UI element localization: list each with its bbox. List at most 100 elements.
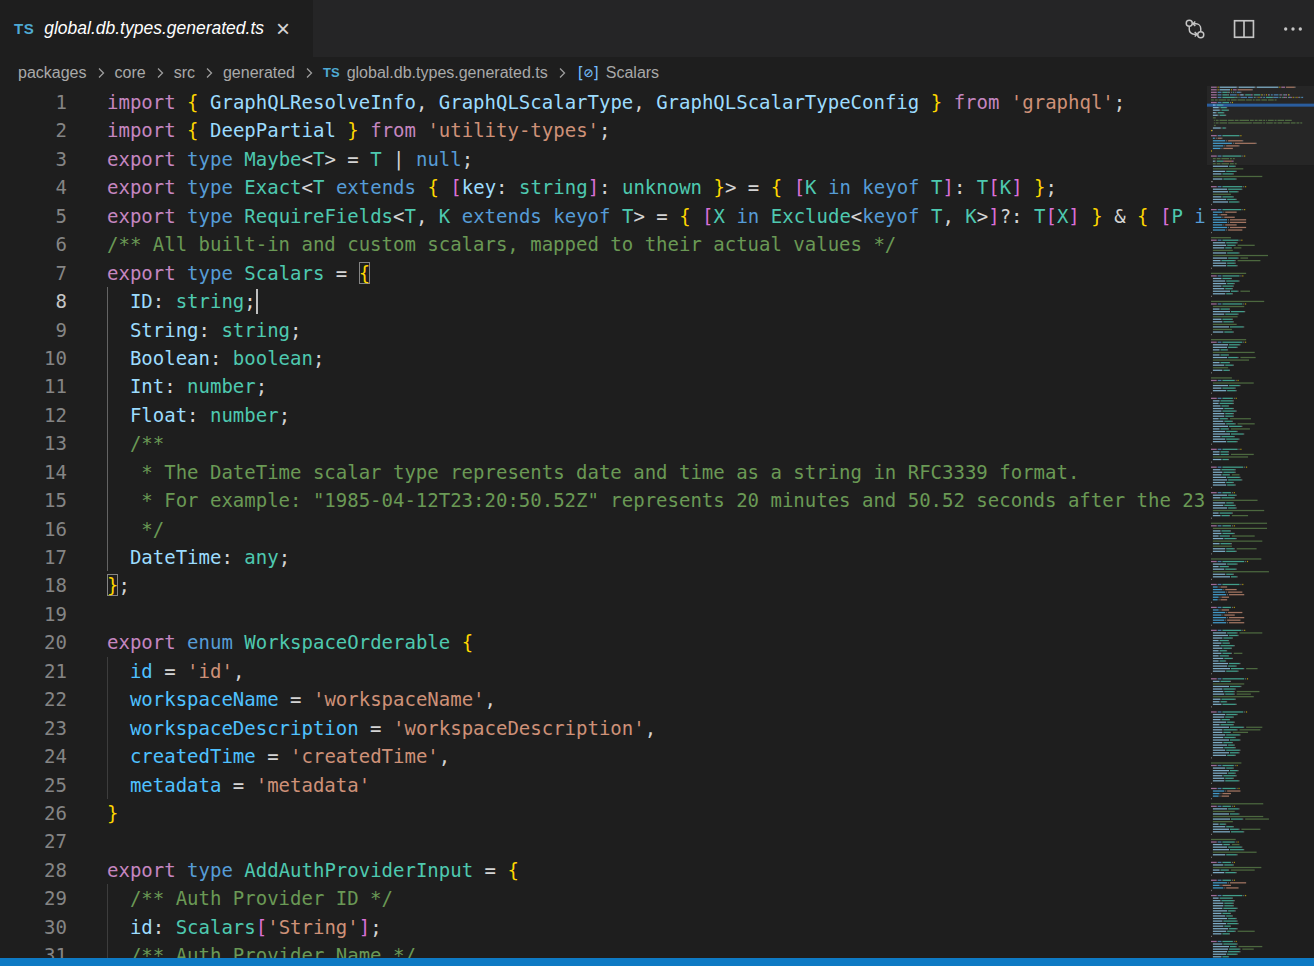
line-number: 3	[0, 145, 67, 173]
code-editor[interactable]: 1 import { GraphQLResolveInfo, GraphQLSca…	[0, 88, 1207, 958]
line-number: 1	[0, 88, 67, 116]
breadcrumb-item-global-db-types-generated-ts[interactable]: TSglobal.db.types.generated.ts	[323, 64, 548, 82]
code-line[interactable]: 17 DateTime: any;	[0, 543, 1207, 571]
line-number: 7	[0, 259, 67, 287]
code-text: export type Scalars = {	[107, 259, 370, 287]
chevron-right-icon	[201, 65, 217, 81]
code-text: metadata = 'metadata'	[107, 771, 370, 799]
line-number: 17	[0, 543, 67, 571]
symbol-type-icon: [⊘]	[576, 64, 600, 82]
breadcrumb-item-packages[interactable]: packages	[18, 64, 87, 82]
status-bar	[0, 958, 1314, 966]
code-text: createdTime = 'createdTime',	[107, 742, 450, 770]
code-text: export type AddAuthProviderInput = {	[107, 856, 519, 884]
code-line[interactable]: 6/** All built-in and custom scalars, ma…	[0, 230, 1207, 258]
code-text: export type Maybe<T> = T | null;	[107, 145, 473, 173]
breadcrumb-item-core[interactable]: core	[115, 64, 146, 82]
code-line[interactable]: 7 export type Scalars = {	[0, 259, 1207, 287]
line-number: 31	[0, 941, 67, 958]
code-line[interactable]: 2import { DeepPartial } from 'utility-ty…	[0, 116, 1207, 144]
code-line[interactable]: 20 export enum WorkspaceOrderable {	[0, 628, 1207, 656]
chevron-right-icon	[301, 65, 317, 81]
code-text: /** All built-in and custom scalars, map…	[107, 230, 896, 258]
code-line[interactable]: 26}	[0, 799, 1207, 827]
code-line[interactable]: 24 createdTime = 'createdTime',	[0, 742, 1207, 770]
code-text: Int: number;	[107, 372, 267, 400]
line-number: 11	[0, 372, 67, 400]
line-number: 10	[0, 344, 67, 372]
code-line[interactable]: 29 /** Auth Provider ID */	[0, 884, 1207, 912]
code-text: export enum WorkspaceOrderable {	[107, 628, 473, 656]
code-line[interactable]: 1 import { GraphQLResolveInfo, GraphQLSca…	[0, 88, 1207, 116]
code-text: Float: number;	[107, 401, 290, 429]
code-line[interactable]: 5export type RequireFields<T, K extends …	[0, 202, 1207, 230]
line-number: 22	[0, 685, 67, 713]
code-line[interactable]: 15 * For example: "1985-04-12T23:20:50.5…	[0, 486, 1207, 514]
code-text: import { DeepPartial } from 'utility-typ…	[107, 116, 610, 144]
code-line[interactable]: 9 String: string;	[0, 316, 1207, 344]
breadcrumb-item-generated[interactable]: generated	[223, 64, 295, 82]
close-icon[interactable]: ×	[276, 17, 290, 41]
chevron-right-icon	[93, 65, 109, 81]
line-number: 12	[0, 401, 67, 429]
code-line[interactable]: 16 */	[0, 515, 1207, 543]
line-number: 30	[0, 913, 67, 941]
line-number: 16	[0, 515, 67, 543]
line-number: 25	[0, 771, 67, 799]
line-number: 14	[0, 458, 67, 486]
line-number: 27	[0, 827, 67, 855]
line-number: 4	[0, 173, 67, 201]
code-line[interactable]: 23 workspaceDescription = 'workspaceDesc…	[0, 714, 1207, 742]
typescript-file-icon: TS	[323, 65, 340, 80]
code-text: String: string;	[107, 316, 302, 344]
code-line[interactable]: 13 /**	[0, 429, 1207, 457]
split-editor-icon[interactable]	[1232, 17, 1256, 41]
more-actions-icon[interactable]	[1281, 17, 1305, 41]
code-line[interactable]: 25 metadata = 'metadata'	[0, 771, 1207, 799]
code-line[interactable]: 21 id = 'id',	[0, 657, 1207, 685]
minimap[interactable]	[1207, 86, 1314, 958]
code-line[interactable]: 14 * The DateTime scalar type represents…	[0, 458, 1207, 486]
line-number: 19	[0, 600, 67, 628]
line-number: 5	[0, 202, 67, 230]
code-line[interactable]: 22 workspaceName = 'workspaceName',	[0, 685, 1207, 713]
code-text: export type Exact<T extends { [key: stri…	[107, 173, 1057, 201]
code-line[interactable]: 12 Float: number;	[0, 401, 1207, 429]
code-text: }	[107, 799, 118, 827]
code-line[interactable]: 27	[0, 827, 1207, 855]
breadcrumb-item-src[interactable]: src	[174, 64, 195, 82]
line-number: 18	[0, 571, 67, 599]
code-text: };	[107, 571, 130, 599]
code-line[interactable]: 11 Int: number;	[0, 372, 1207, 400]
code-line[interactable]: 31 /** Auth Provider Name */	[0, 941, 1207, 958]
line-number: 24	[0, 742, 67, 770]
code-line[interactable]: 30 id: Scalars['String'];	[0, 913, 1207, 941]
code-line[interactable]: 28 export type AddAuthProviderInput = {	[0, 856, 1207, 884]
line-number: 13	[0, 429, 67, 457]
code-line[interactable]: 18};	[0, 571, 1207, 599]
code-text: /**	[107, 429, 164, 457]
open-changes-icon[interactable]	[1183, 17, 1207, 41]
line-number: 9	[0, 316, 67, 344]
line-number: 29	[0, 884, 67, 912]
code-line[interactable]: 19	[0, 600, 1207, 628]
code-text: id: Scalars['String'];	[107, 913, 382, 941]
line-number: 20	[0, 628, 67, 656]
code-text: ID: string;	[107, 287, 256, 315]
line-number: 28	[0, 856, 67, 884]
code-line[interactable]: 3 export type Maybe<T> = T | null;	[0, 145, 1207, 173]
code-text: DateTime: any;	[107, 543, 290, 571]
line-number: 15	[0, 486, 67, 514]
code-text: import { GraphQLResolveInfo, GraphQLScal…	[107, 88, 1125, 116]
code-line[interactable]: 4 export type Exact<T extends { [key: str…	[0, 173, 1207, 201]
code-text: workspaceDescription = 'workspaceDescrip…	[107, 714, 656, 742]
tab-bar: TS global.db.types.generated.ts ×	[0, 0, 1314, 57]
code-line[interactable]: 8 ID: string;	[0, 287, 1207, 315]
tab-global-db-types-generated-ts[interactable]: TS global.db.types.generated.ts ×	[0, 0, 313, 57]
chevron-right-icon	[554, 65, 570, 81]
text-cursor	[256, 289, 258, 314]
code-line[interactable]: 10 Boolean: boolean;	[0, 344, 1207, 372]
code-text: */	[107, 515, 164, 543]
code-text: /** Auth Provider Name */	[107, 941, 416, 958]
breadcrumb-item-scalars[interactable]: [⊘]Scalars	[576, 64, 659, 82]
